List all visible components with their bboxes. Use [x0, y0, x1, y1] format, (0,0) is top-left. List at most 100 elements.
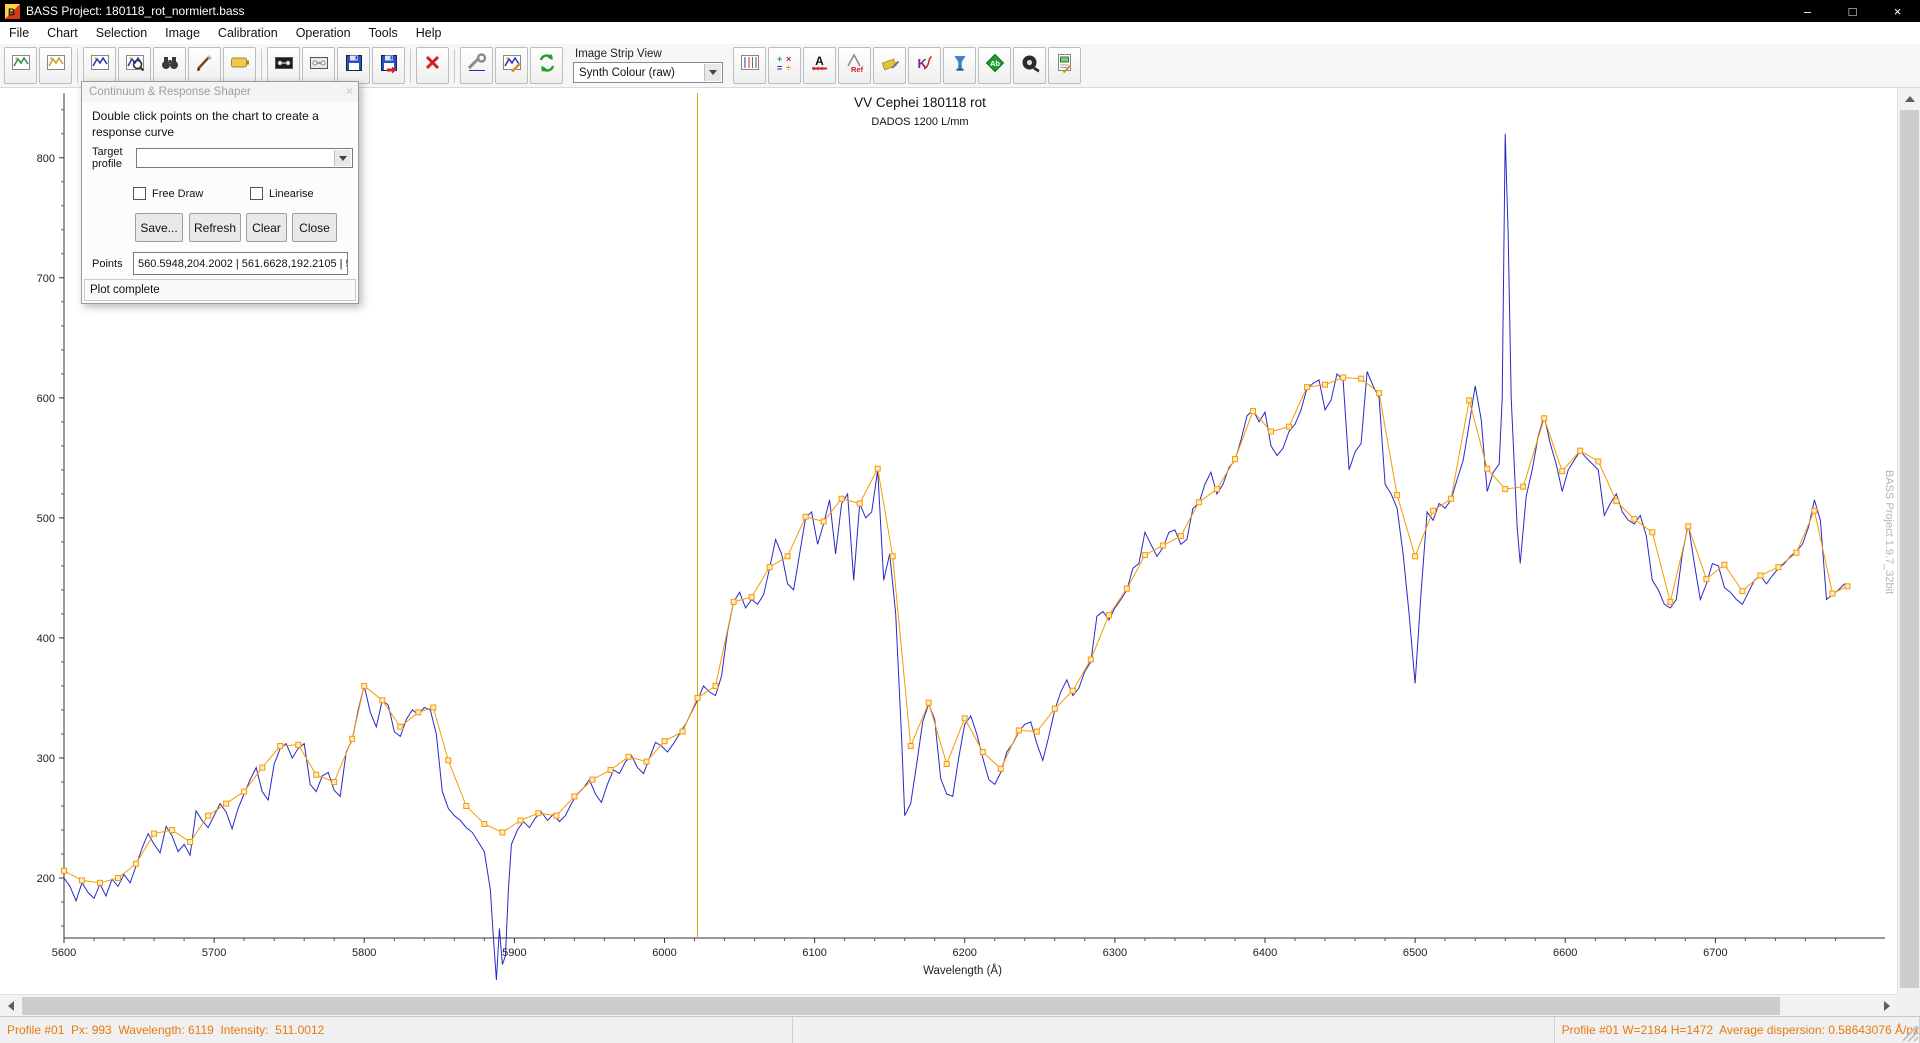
image-strip-view-label: Image Strip View — [573, 48, 723, 60]
chevron-down-icon[interactable] — [704, 64, 721, 81]
cassette-dark-button[interactable] — [267, 47, 300, 84]
svg-text:6300: 6300 — [1103, 947, 1127, 959]
dialog-status-bar: Plot complete — [84, 279, 356, 301]
scroll-right-button[interactable] — [1876, 995, 1897, 1017]
flask-button[interactable] — [943, 47, 976, 84]
element-lines-button[interactable] — [733, 47, 766, 84]
svg-text:700: 700 — [37, 273, 55, 285]
image-strip-button[interactable] — [39, 47, 72, 84]
refresh-plot-button[interactable] — [530, 47, 563, 84]
maximize-button[interactable]: □ — [1830, 0, 1875, 22]
dialog-instruction: Double click points on the chart to crea… — [92, 108, 354, 140]
linearise-checkbox[interactable] — [250, 187, 263, 200]
tools-button[interactable] — [460, 47, 493, 84]
title-bar: B BASS Project: 180118_rot_normiert.bass… — [0, 0, 1920, 22]
save-button[interactable]: Save... — [135, 213, 183, 242]
dialog-title-bar[interactable]: Continuum & Response Shaper × — [82, 82, 358, 102]
scrollbar-corner — [1897, 994, 1920, 1016]
menu-tools[interactable]: Tools — [360, 22, 407, 44]
menu-file[interactable]: File — [0, 22, 38, 44]
x-axis-ticks: 5600570058005900600061006200630064006500… — [52, 938, 1836, 959]
bass-main-window: B BASS Project: 180118_rot_normiert.bass… — [0, 0, 1920, 1043]
svg-text:300: 300 — [37, 753, 55, 765]
toolbar-separator — [410, 49, 411, 83]
scroll-right-icon — [1884, 1001, 1890, 1011]
calibration-k-button[interactable]: K — [908, 47, 941, 84]
profile-image-button[interactable] — [4, 47, 37, 84]
profile-chart-button[interactable] — [83, 47, 116, 84]
toolbar-left-groups — [3, 47, 564, 84]
svg-text:K: K — [917, 56, 927, 71]
points-field[interactable]: 560.5948,204.2002 | 561.6628,192.2105 | … — [133, 252, 348, 275]
scroll-up-button[interactable] — [1898, 88, 1920, 109]
resize-grip[interactable] — [1903, 1026, 1918, 1041]
svg-text:5700: 5700 — [202, 947, 226, 959]
menu-bar: FileChartSelectionImageCalibrationOperat… — [0, 22, 1920, 44]
save-button[interactable] — [337, 47, 370, 84]
status-panel-profile: Profile #01 W=2184 H=1472 Average disper… — [1555, 1017, 1920, 1043]
vertical-scrollbar[interactable] — [1897, 88, 1920, 1016]
slit-icon — [229, 52, 251, 79]
tape-measure-button[interactable] — [1013, 47, 1046, 84]
math-operations-icon: +×=÷ — [774, 52, 796, 79]
menu-operation[interactable]: Operation — [287, 22, 360, 44]
profile-image-icon — [10, 52, 32, 79]
window-title: BASS Project: 180118_rot_normiert.bass — [26, 4, 245, 18]
dialog-close-icon[interactable]: × — [346, 84, 353, 98]
status-panel-middle — [793, 1017, 1554, 1043]
svg-text:6600: 6600 — [1553, 947, 1577, 959]
zoom-chart-button[interactable] — [118, 47, 151, 84]
response-curve-markers[interactable] — [62, 375, 1851, 885]
chevron-down-icon[interactable] — [334, 150, 351, 166]
draw-pen-button[interactable] — [188, 47, 221, 84]
vertical-scrollbar-thumb[interactable] — [1900, 110, 1919, 988]
window-controls: – □ × — [1785, 0, 1920, 22]
status-profile-text: Profile #01 W=2184 H=1472 Average disper… — [1555, 1023, 1919, 1037]
target-profile-combo[interactable] — [136, 148, 353, 168]
points-label: Points — [92, 258, 123, 270]
slit-button[interactable] — [223, 47, 256, 84]
element-lines-icon — [739, 52, 761, 79]
menu-image[interactable]: Image — [156, 22, 209, 44]
svg-text:Ab: Ab — [990, 59, 1000, 68]
svg-text:600: 600 — [37, 393, 55, 405]
clear-button[interactable]: Clear — [246, 213, 287, 242]
delete-button[interactable] — [416, 47, 449, 84]
save-icon — [343, 52, 365, 79]
menu-help[interactable]: Help — [407, 22, 451, 44]
target-profile-label-line1: Target — [92, 146, 123, 158]
menu-calibration[interactable]: Calibration — [209, 22, 287, 44]
scroll-left-button[interactable] — [0, 995, 21, 1017]
free-draw-checkbox[interactable] — [133, 187, 146, 200]
menu-chart[interactable]: Chart — [38, 22, 87, 44]
font-button[interactable]: A — [803, 47, 836, 84]
dialog-title: Continuum & Response Shaper — [89, 86, 251, 98]
math-operations-button[interactable]: +×=÷ — [768, 47, 801, 84]
font-icon: A — [809, 52, 831, 79]
annotate-button[interactable] — [873, 47, 906, 84]
save-as-button[interactable] — [372, 47, 405, 84]
save-as-icon — [378, 52, 400, 79]
app-icon: B — [5, 4, 20, 19]
image-strip-combo[interactable]: Synth Colour (raw) — [573, 62, 723, 83]
svg-text:5800: 5800 — [352, 947, 376, 959]
svg-text:200: 200 — [37, 873, 55, 885]
x-axis-label: Wavelength (Å) — [923, 964, 1002, 977]
horizontal-scrollbar[interactable] — [0, 994, 1897, 1016]
absorption-button[interactable]: Ab — [978, 47, 1011, 84]
horizontal-scrollbar-thumb[interactable] — [22, 997, 1780, 1015]
binoculars-button[interactable] — [153, 47, 186, 84]
toolbar-right-groups: +×=÷ A Ref K Ab — [732, 47, 1082, 84]
close-button[interactable]: × — [1875, 0, 1920, 22]
close-dialog-button[interactable]: Close — [292, 213, 337, 242]
svg-text:Ref: Ref — [851, 65, 864, 74]
report-button[interactable] — [1048, 47, 1081, 84]
cassette-light-button[interactable] — [302, 47, 335, 84]
reference-button[interactable]: Ref — [838, 47, 871, 84]
minimize-button[interactable]: – — [1785, 0, 1830, 22]
menu-selection[interactable]: Selection — [87, 22, 156, 44]
status-cursor-text: Profile #01 Px: 993 Wavelength: 6119 Int… — [0, 1023, 324, 1037]
refresh-button[interactable]: Refresh — [189, 213, 241, 242]
svg-text:6400: 6400 — [1253, 947, 1277, 959]
edit-chart-button[interactable] — [495, 47, 528, 84]
